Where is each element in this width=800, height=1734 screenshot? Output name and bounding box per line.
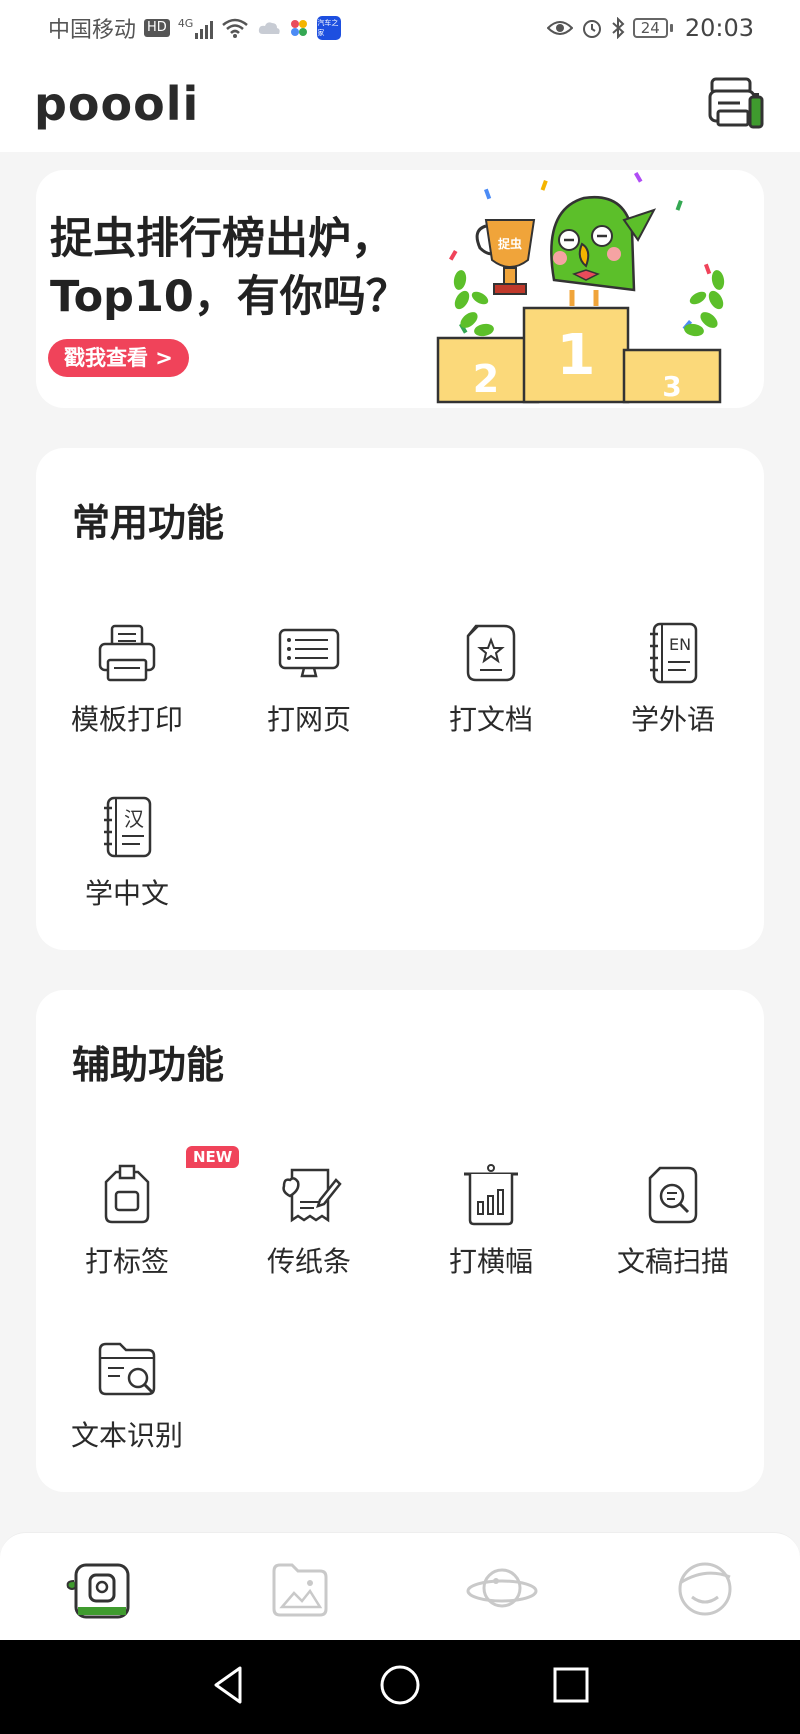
text-recognition-label: 文本识别 [70,1419,183,1452]
note-icon [282,1168,342,1223]
recents-icon[interactable] [548,1662,594,1708]
aux-functions-title: 辅助功能 [72,1043,225,1087]
hd-icon: HD [144,19,170,37]
podium-third: 3 [662,370,681,403]
app-header: poooli [0,56,800,152]
promo-banner[interactable]: 捉虫排行榜出炉， Top10，有你吗？ 戳我查看 > 捉虫 2 1 3 [36,170,764,408]
text-recognition-item[interactable]: 文本识别 [36,1336,218,1454]
printer-icon[interactable] [706,75,764,133]
battery-icon: 24 [632,18,673,38]
template-print-label: 模板打印 [70,703,183,736]
banner-icon [464,1164,518,1226]
label-tag-item[interactable]: NEW 打标签 [36,1146,240,1280]
carrier-label: 中国移动 [48,18,137,43]
label-tag-icon [104,1164,150,1224]
home-printer-icon[interactable] [64,1553,134,1623]
template-print-item[interactable]: 模板打印 [36,620,218,738]
foreign-language-label: 学外语 [630,703,715,736]
status-right: 24 20:03 [546,14,754,42]
foreign-language-icon: EN [650,622,698,684]
webpage-label: 打网页 [266,703,351,736]
system-navigation-bar [0,1640,800,1734]
parrot-mascot [550,195,657,306]
gallery-folder-icon[interactable] [264,1553,334,1623]
label-tag-label: 打标签 [84,1245,169,1278]
common-functions-title: 常用功能 [72,501,225,545]
podium-second: 2 [473,357,499,401]
planet-icon[interactable] [466,1553,538,1623]
right-laurel [684,270,725,337]
aux-functions-card: 辅助功能 NEW 打标签 传纸条 打横幅 文稿扫描 文本识别 [36,990,764,1492]
foreign-language-item[interactable]: EN 学外语 [582,620,764,738]
status-bar: 中国移动 HD 4G 汽车之家 24 20:03 [0,0,800,56]
chinese-item[interactable]: 汉 学中文 [36,794,218,912]
clock-time: 20:03 [684,14,754,42]
banner-title-line2: Top10，有你吗？ [50,272,409,322]
alarm-icon [582,20,601,38]
podium-first: 1 [557,323,596,388]
en-glyph: EN [669,635,691,654]
webpage-item[interactable]: 打网页 [218,620,400,738]
document-item[interactable]: 打文档 [400,620,582,738]
note-item[interactable]: 传纸条 [218,1162,400,1280]
app-logo: poooli [34,77,200,131]
text-recognition-icon [98,1342,156,1396]
podium-parrot-illustration: 捉虫 2 1 3 [436,171,725,404]
han-glyph: 汉 [124,807,144,831]
home-icon[interactable] [377,1662,423,1708]
bluetooth-icon [612,17,625,39]
note-label: 传纸条 [266,1245,351,1278]
webpage-icon [278,628,340,678]
back-icon[interactable] [206,1662,252,1708]
chinese-label: 学中文 [84,877,169,910]
trophy-label: 捉虫 [498,236,522,251]
app-badge-icon: 汽车之家 [317,16,342,40]
banner-print-item[interactable]: 打横幅 [400,1162,582,1280]
banner-cta-button[interactable]: 戳我查看 > [48,339,189,377]
wifi-icon [222,18,249,38]
left-laurel [453,270,494,337]
podium: 2 1 3 [436,306,722,404]
battery-level: 24 [632,18,668,38]
trophy: 捉虫 [475,219,536,295]
profile-face-icon[interactable] [670,1553,740,1623]
scan-item[interactable]: 文稿扫描 [582,1162,764,1280]
network-type: 4G [177,17,194,30]
signal-icon: 4G [178,17,214,39]
app-icon [291,20,308,36]
eye-icon [546,21,573,35]
banner-title-line1: 捉虫排行榜出炉， [50,214,394,264]
banner-print-label: 打横幅 [448,1245,533,1278]
status-left: 中国移动 HD 4G 汽车之家 [48,12,342,44]
bottom-tab-bar [0,1532,800,1640]
template-print-icon [98,624,156,682]
document-label: 打文档 [448,703,533,736]
chinese-icon: 汉 [104,796,152,858]
scan-icon [648,1166,698,1224]
common-functions-card: 常用功能 模板打印 打网页 打文档 EN 学外语 汉 学中文 [36,448,764,950]
scan-label: 文稿扫描 [616,1245,729,1278]
cloud-icon [259,22,281,34]
document-icon [466,624,516,682]
banner-title: 捉虫排行榜出炉， Top10，有你吗？ [50,210,409,326]
